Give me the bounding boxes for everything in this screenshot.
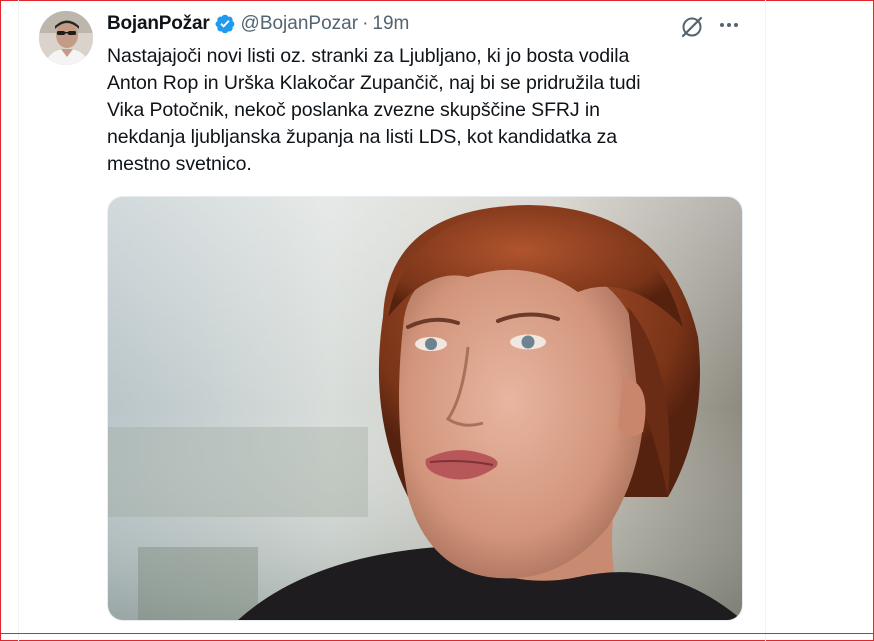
bottom-border [0,633,874,634]
tweet-photo[interactable] [107,196,743,621]
tweet[interactable]: BojanPožar @BojanPozar · 19m Nastajajoči… [19,0,764,633]
more-dots-icon[interactable] [715,12,743,38]
author-handle[interactable]: @BojanPozar [241,13,359,35]
verified-badge-icon [214,13,236,35]
avatar[interactable] [39,11,93,65]
tweet-header: BojanPožar @BojanPozar · 19m [107,12,409,36]
tweet-timestamp[interactable]: 19m [372,13,409,35]
tweet-text: Nastajajoči novi listi oz. stranki za Lj… [107,45,641,175]
author-name[interactable]: BojanPožar [107,13,210,35]
separator-dot: · [362,13,369,34]
grok-icon[interactable] [679,14,705,40]
